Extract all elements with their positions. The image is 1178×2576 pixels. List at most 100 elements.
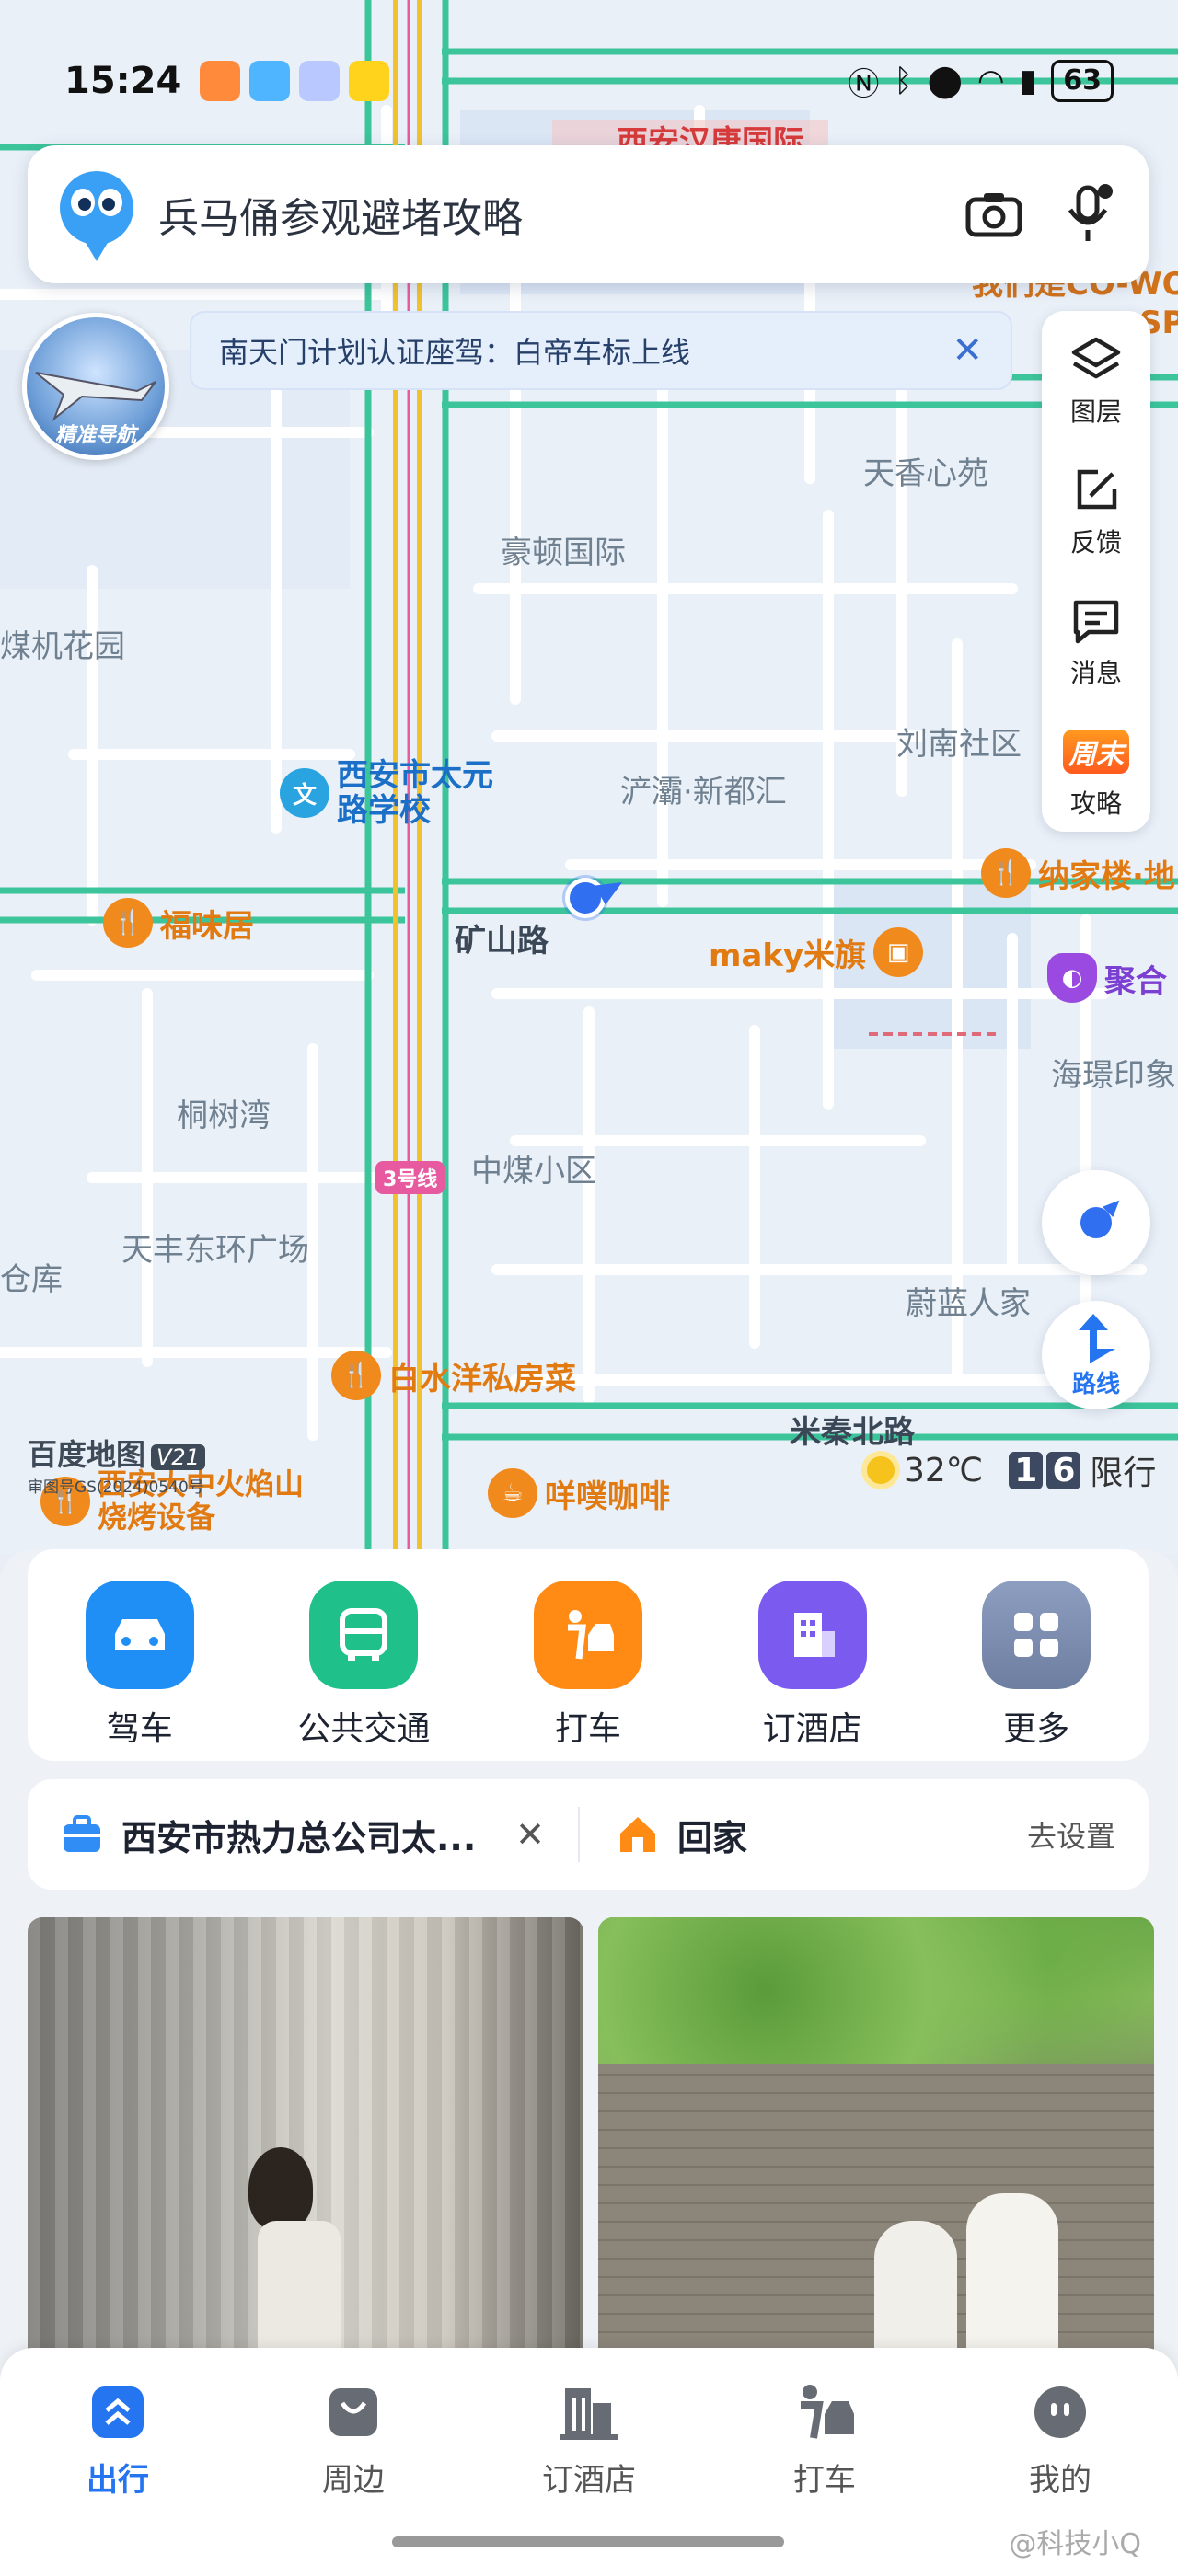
poi-label: maky米旗	[709, 937, 867, 974]
map-label: 刘南社区	[896, 726, 1022, 763]
poi-label: 西安市太元 路学校	[337, 757, 493, 830]
quick-action-label: 驾车	[106, 1710, 173, 1748]
camera-icon[interactable]	[957, 178, 1031, 251]
guide-button[interactable]: 周末 攻略	[1042, 719, 1150, 848]
weekend-badge: 周末	[1063, 730, 1129, 774]
nearby-icon	[271, 2375, 436, 2449]
feedback-button[interactable]: 反馈	[1042, 458, 1150, 587]
recent-destination-name: 西安市热力总公司太...	[121, 1817, 477, 1858]
tab-taxi[interactable]: 打车	[742, 2375, 907, 2500]
sun-icon	[867, 1456, 895, 1484]
restriction-digit: 1	[1009, 1451, 1044, 1489]
locate-button[interactable]	[1042, 1170, 1150, 1275]
notification-app-icon	[200, 61, 241, 101]
feed-photo-card[interactable]	[598, 1917, 1154, 2350]
map-label: 海璟印象	[1051, 1057, 1176, 1094]
bakery-icon: ▣	[873, 927, 924, 977]
tab-label: 打车	[793, 2462, 856, 2499]
person-silhouette	[874, 2221, 957, 2350]
map-label: 中煤小区	[471, 1153, 596, 1190]
map-label: 仓库	[0, 1261, 63, 1298]
quick-action-label: 打车	[554, 1710, 621, 1748]
more-button[interactable]: 更多	[963, 1581, 1110, 1750]
message-icon	[1042, 589, 1150, 653]
tool-label: 攻略	[1069, 788, 1122, 819]
taxi-button[interactable]: 打车	[514, 1581, 662, 1750]
map-brand: 百度地图 V21 审图号GS(2024)0540号	[28, 1432, 205, 1497]
tab-label: 我的	[1029, 2462, 1091, 2499]
transit-button[interactable]: 公共交通	[290, 1581, 437, 1750]
person-silhouette	[248, 2147, 313, 2230]
bluetooth-icon: ᛒ	[894, 63, 913, 99]
poi-restaurant[interactable]: 🍴 福味居	[103, 898, 254, 948]
tab-travel[interactable]: 出行	[35, 2375, 201, 2500]
drive-button[interactable]: 驾车	[66, 1581, 214, 1750]
map-toolbar: 图层 反馈 消息 周末 攻略	[1042, 311, 1150, 832]
home-setup-link[interactable]: 去设置	[1027, 1813, 1115, 1856]
map-label: 豪顿国际	[501, 535, 626, 571]
poi-label: 聚合	[1104, 962, 1167, 1000]
search-bar[interactable]: 兵马俑参观避堵攻略	[28, 145, 1149, 283]
poi-cafe[interactable]: ☕ 咩噗咖啡	[488, 1468, 670, 1518]
poi-label: 咩噗咖啡	[545, 1478, 670, 1515]
poi-school[interactable]: 文 西安市太元 路学校	[280, 758, 493, 828]
status-time: 15:24	[64, 60, 182, 102]
feed-photo-card[interactable]	[28, 1917, 583, 2350]
temperature: 32℃	[904, 1451, 984, 1489]
alert-icon: ▮	[1019, 63, 1037, 99]
locate-icon	[1080, 1194, 1126, 1238]
tab-nearby[interactable]: 周边	[271, 2375, 436, 2500]
hotel-button[interactable]: 订酒店	[739, 1581, 886, 1750]
layers-button[interactable]: 图层	[1042, 328, 1150, 456]
notification-app-icon	[349, 61, 390, 101]
mascot-icon	[57, 164, 136, 265]
bus-icon	[309, 1581, 419, 1689]
restriction-digit: 6	[1046, 1451, 1081, 1489]
restaurant-icon: 🍴	[331, 1351, 381, 1400]
profile-icon	[977, 2375, 1143, 2449]
poi-label: 白水洋私房菜	[388, 1360, 576, 1397]
tool-label: 消息	[1069, 658, 1122, 688]
quick-action-label: 公共交通	[297, 1710, 431, 1748]
messages-button[interactable]: 消息	[1042, 589, 1150, 718]
poi-label: 福味居	[160, 907, 254, 945]
road-label: 矿山路	[455, 923, 549, 960]
hotel-tab-icon	[506, 2375, 672, 2449]
tab-hotel[interactable]: 订酒店	[506, 2375, 672, 2500]
coffee-icon: ☕	[488, 1468, 537, 1518]
weather-info[interactable]: 32℃ 1 6 限行	[867, 1446, 1156, 1494]
home-indicator[interactable]	[392, 2536, 784, 2547]
route-label: 路线	[1071, 1370, 1120, 1398]
search-query-text: 兵马俑参观避堵攻略	[158, 195, 523, 242]
metro-line-badge: 3号线	[375, 1161, 445, 1194]
map-label: 蔚蓝人家	[906, 1285, 1031, 1322]
notice-banner[interactable]: 南天门计划认证座驾：白帝车标上线 ✕	[190, 311, 1012, 390]
recent-destination[interactable]: 西安市热力总公司太... ✕	[28, 1807, 580, 1862]
restaurant-icon: 🍴	[103, 898, 153, 948]
poi-shop[interactable]: ◐ 聚合	[1047, 953, 1167, 1003]
wifi-icon: ◠	[976, 63, 1005, 99]
restaurant-icon: 🍴	[981, 848, 1031, 898]
home-shortcut[interactable]: 回家 去设置	[580, 1810, 1149, 1860]
map-label: 桐树湾	[177, 1098, 271, 1134]
brand-name: 百度地图	[28, 1437, 146, 1472]
restriction-label: 限行	[1090, 1455, 1157, 1492]
precise-navigation-badge[interactable]: 精准导航	[22, 313, 169, 460]
poi-restaurant[interactable]: 🍴 白水洋私房菜	[331, 1351, 576, 1400]
briefcase-icon	[64, 1815, 100, 1852]
tab-label: 订酒店	[542, 2462, 636, 2499]
watermark-credit: @科技小Q	[1009, 2528, 1141, 2560]
remove-icon[interactable]: ✕	[515, 1814, 545, 1855]
poi-restaurant[interactable]: 🍴 纳家楼·地	[981, 848, 1175, 898]
poi-bakery[interactable]: maky米旗 ▣	[709, 927, 924, 977]
approval-number: 审图号GS(2024)0540号	[28, 1478, 204, 1497]
home-label: 回家	[677, 1817, 748, 1858]
close-icon[interactable]: ✕	[952, 329, 983, 372]
tab-profile[interactable]: 我的	[977, 2375, 1143, 2500]
route-button[interactable]: 路线	[1042, 1301, 1150, 1409]
microphone-icon[interactable]	[1053, 178, 1126, 251]
shop-icon: ◐	[1047, 953, 1097, 1003]
tab-label: 出行	[87, 2462, 149, 2499]
map-label: 天丰东环广场	[121, 1232, 309, 1269]
nfc-icon: Ⓝ	[848, 65, 880, 103]
